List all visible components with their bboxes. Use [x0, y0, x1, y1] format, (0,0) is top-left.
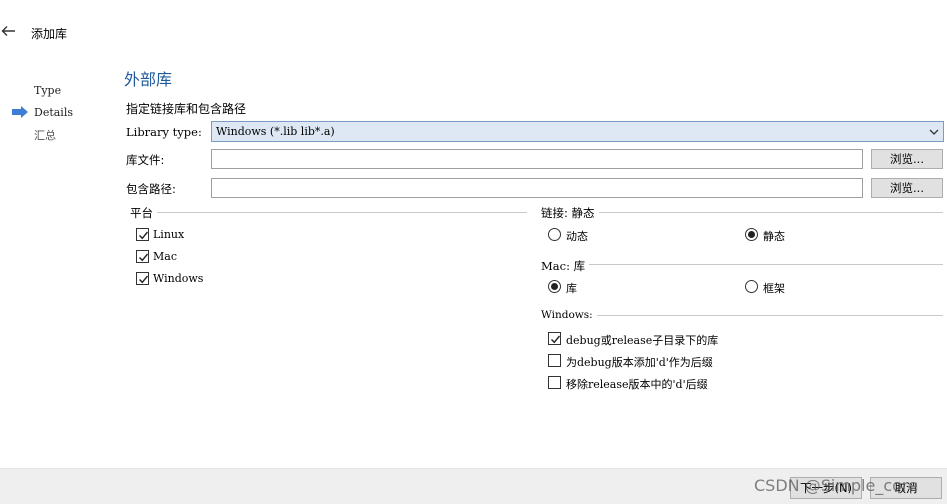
current-step-arrow-icon — [11, 106, 29, 118]
linux-checkbox[interactable] — [136, 228, 149, 241]
step-summary: 汇总 — [34, 129, 56, 142]
mac-label: Mac — [153, 250, 177, 263]
library-file-browse-button[interactable]: 浏览... — [871, 149, 943, 169]
platform-divider — [130, 212, 527, 213]
step-type: Type — [34, 84, 62, 97]
mac-divider — [541, 264, 943, 265]
debug-release-subdir-checkbox[interactable] — [548, 332, 561, 345]
add-d-suffix-label: 为debug版本添加'd'作为后缀 — [566, 356, 713, 369]
remove-d-suffix-checkbox[interactable] — [548, 376, 561, 389]
windows-checkbox[interactable] — [136, 272, 149, 285]
windows-group-title: Windows: — [541, 309, 597, 321]
mac-checkbox[interactable] — [136, 250, 149, 263]
include-path-label: 包含路径: — [126, 182, 176, 196]
framework-radio[interactable] — [745, 280, 758, 293]
linkage-group-title: 链接: 静态 — [541, 205, 599, 221]
step-details: Details — [34, 106, 73, 119]
platform-group-title: 平台 — [130, 205, 157, 221]
static-label: 静态 — [763, 230, 785, 243]
mac-group-title: Mac: 库 — [541, 258, 590, 274]
dynamic-radio[interactable] — [548, 228, 561, 241]
library-file-label: 库文件: — [126, 153, 165, 167]
library-radio[interactable] — [548, 280, 561, 293]
include-path-input[interactable] — [211, 178, 863, 198]
watermark: CSDN @Simple_core — [754, 476, 918, 495]
library-type-label: Library type: — [126, 125, 202, 139]
arrow-left-icon — [1, 26, 15, 36]
static-radio[interactable] — [745, 228, 758, 241]
section-title: 外部库 — [124, 70, 173, 89]
framework-label: 框架 — [763, 282, 785, 295]
checkmark-icon — [551, 335, 561, 344]
section-subtitle: 指定链接库和包含路径 — [126, 102, 247, 116]
back-button[interactable] — [0, 22, 18, 40]
checkmark-icon — [139, 253, 149, 262]
radio-dot-icon — [551, 283, 558, 290]
linux-label: Linux — [153, 228, 185, 241]
radio-dot-icon — [748, 231, 755, 238]
dynamic-label: 动态 — [566, 230, 588, 243]
chevron-down-icon — [929, 129, 939, 135]
windows-label: Windows — [153, 272, 204, 285]
linkage-divider — [541, 212, 943, 213]
remove-d-suffix-label: 移除release版本中的'd'后缀 — [566, 378, 708, 391]
windows-divider — [541, 315, 943, 316]
library-label: 库 — [566, 282, 577, 295]
library-type-value: Windows (*.lib lib*.a) — [216, 125, 335, 138]
library-type-select[interactable]: Windows (*.lib lib*.a) — [211, 121, 944, 142]
debug-release-subdir-label: debug或release子目录下的库 — [566, 334, 719, 347]
wizard-title: 添加库 — [31, 27, 68, 41]
checkmark-icon — [139, 231, 149, 240]
add-d-suffix-checkbox[interactable] — [548, 354, 561, 367]
include-path-browse-button[interactable]: 浏览... — [871, 178, 943, 198]
library-file-input[interactable] — [211, 149, 863, 169]
checkmark-icon — [139, 275, 149, 284]
